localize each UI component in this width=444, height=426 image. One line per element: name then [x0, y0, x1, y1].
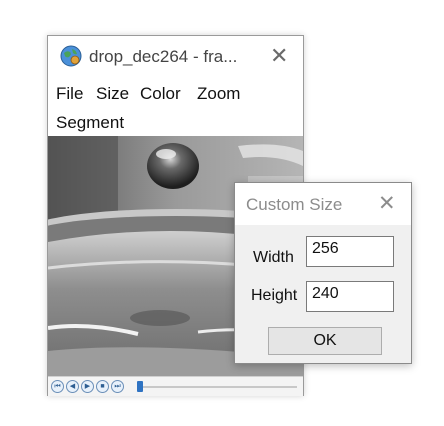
menu-zoom[interactable]: Zoom: [197, 84, 240, 104]
menu-size[interactable]: Size: [96, 84, 129, 104]
player-window-title: drop_dec264 - fra...: [89, 47, 238, 66]
stop-icon[interactable]: ■: [96, 380, 109, 393]
seek-track[interactable]: [140, 386, 297, 388]
menu-color[interactable]: Color: [140, 84, 181, 104]
playback-controls: ⏮ ◀ ▶ ■ ⏭: [48, 376, 303, 396]
step-back-icon[interactable]: ◀: [66, 380, 79, 393]
player-close-icon[interactable]: ✕: [270, 44, 288, 68]
play-icon[interactable]: ▶: [81, 380, 94, 393]
dialog-title: Custom Size: [246, 195, 343, 214]
menu-segment[interactable]: Segment: [56, 113, 124, 133]
skip-to-end-icon[interactable]: ⏭: [111, 380, 124, 393]
seek-slider-thumb[interactable]: [137, 381, 143, 392]
width-label: Width: [253, 249, 294, 266]
width-input[interactable]: [306, 236, 394, 267]
globe-icon: [60, 45, 82, 67]
dialog-close-icon[interactable]: ✕: [378, 192, 396, 216]
player-title-bar[interactable]: drop_dec264 - fra... ✕: [48, 36, 303, 80]
height-input[interactable]: [306, 281, 394, 312]
skip-to-start-icon[interactable]: ⏮: [51, 380, 64, 393]
custom-size-dialog: Custom Size ✕ Width Height OK: [234, 182, 412, 364]
height-label: Height: [251, 287, 298, 304]
ok-button[interactable]: OK: [268, 327, 382, 355]
menu-file[interactable]: File: [56, 84, 83, 104]
dialog-title-bar[interactable]: Custom Size ✕: [235, 183, 411, 225]
menu-bar: File Size Color Zoom Segment: [48, 80, 303, 136]
